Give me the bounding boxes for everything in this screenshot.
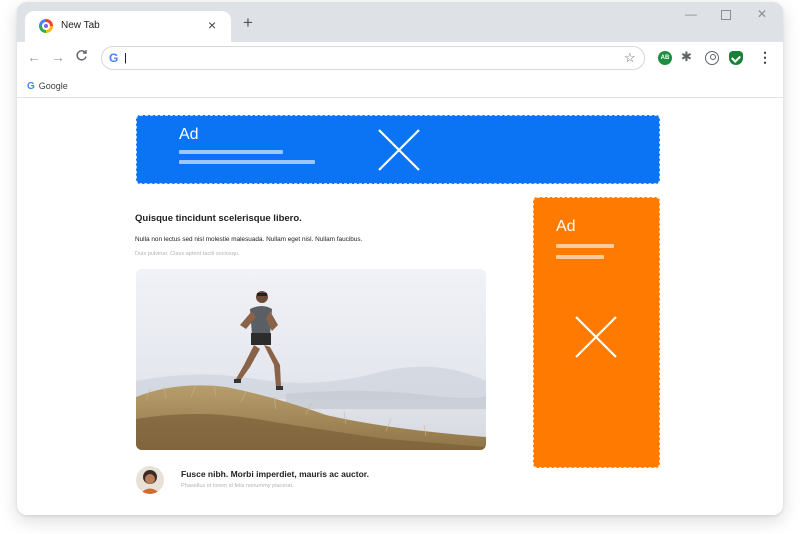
ad-placeholder-bar xyxy=(179,150,283,154)
back-arrow-icon[interactable]: ← xyxy=(27,49,41,65)
new-tab-button[interactable]: + xyxy=(243,14,253,32)
ad-placeholder-bar xyxy=(179,160,315,164)
bookmark-label: Google xyxy=(38,81,68,91)
reload-icon[interactable] xyxy=(75,49,88,65)
adblock-extension-icon[interactable]: AB xyxy=(658,51,672,65)
sidebar-ad[interactable]: Ad xyxy=(533,197,660,468)
author-headline[interactable]: Fusce nibh. Morbi imperdiet, mauris ac a… xyxy=(181,469,369,479)
browser-window: New Tab × + — ✕ ← → G ☆ AB ✱ ⋮ GGoogle xyxy=(17,2,783,515)
google-search-icon: G xyxy=(109,51,119,65)
maximize-icon[interactable] xyxy=(721,10,731,20)
article-title[interactable]: Quisque tincidunt scelerisque libero. xyxy=(135,213,302,224)
runner-photo xyxy=(136,269,486,450)
extensions-puzzle-icon[interactable]: ✱ xyxy=(681,49,695,64)
tab-close-icon[interactable]: × xyxy=(208,17,216,33)
bookmark-google[interactable]: G Google xyxy=(27,79,68,94)
ad-placeholder-bar xyxy=(556,244,614,248)
tab-new-tab[interactable]: New Tab × xyxy=(25,11,231,42)
browser-favicon-icon xyxy=(39,19,53,33)
address-bar[interactable]: G ☆ xyxy=(101,46,645,70)
title-bar: New Tab × + — ✕ xyxy=(17,2,783,42)
article-text: Nulla non lectus sed nisl molestie males… xyxy=(135,236,363,243)
ad-label: Ad xyxy=(179,126,199,143)
shield-extension-icon[interactable] xyxy=(729,51,743,65)
url-input[interactable] xyxy=(124,50,604,66)
article-subtext: Duis pulvinar. Class aptent taciti socio… xyxy=(135,251,240,257)
profile-icon[interactable] xyxy=(705,51,719,65)
ad-placeholder-bar xyxy=(556,255,604,259)
reload-icon-graphic xyxy=(76,50,87,61)
tab-title: New Tab xyxy=(61,20,100,31)
page-content: Ad Ad Quisque tincidunt scelerisque libe… xyxy=(17,99,783,515)
minimize-icon[interactable]: — xyxy=(685,7,697,21)
author-subtitle: Phasellus et lorem id felis nonummy plac… xyxy=(181,483,294,489)
avatar-image xyxy=(136,466,164,494)
browser-menu-icon[interactable]: ⋮ xyxy=(758,48,772,66)
browser-toolbar: ← → G ☆ AB ✱ ⋮ xyxy=(17,42,783,74)
close-window-icon[interactable]: ✕ xyxy=(757,7,767,21)
bookmarks-bar: G Google xyxy=(17,74,783,98)
forward-arrow-icon[interactable]: → xyxy=(51,49,65,65)
google-icon: G xyxy=(27,81,35,92)
ad-close-x-icon xyxy=(575,316,617,358)
author-avatar[interactable] xyxy=(136,466,164,494)
bookmark-star-icon[interactable]: ☆ xyxy=(624,50,636,66)
banner-ad[interactable]: Ad xyxy=(136,115,660,184)
ad-close-x-icon xyxy=(378,129,420,171)
article-photo[interactable] xyxy=(136,269,486,450)
ad-label: Ad xyxy=(556,218,576,235)
